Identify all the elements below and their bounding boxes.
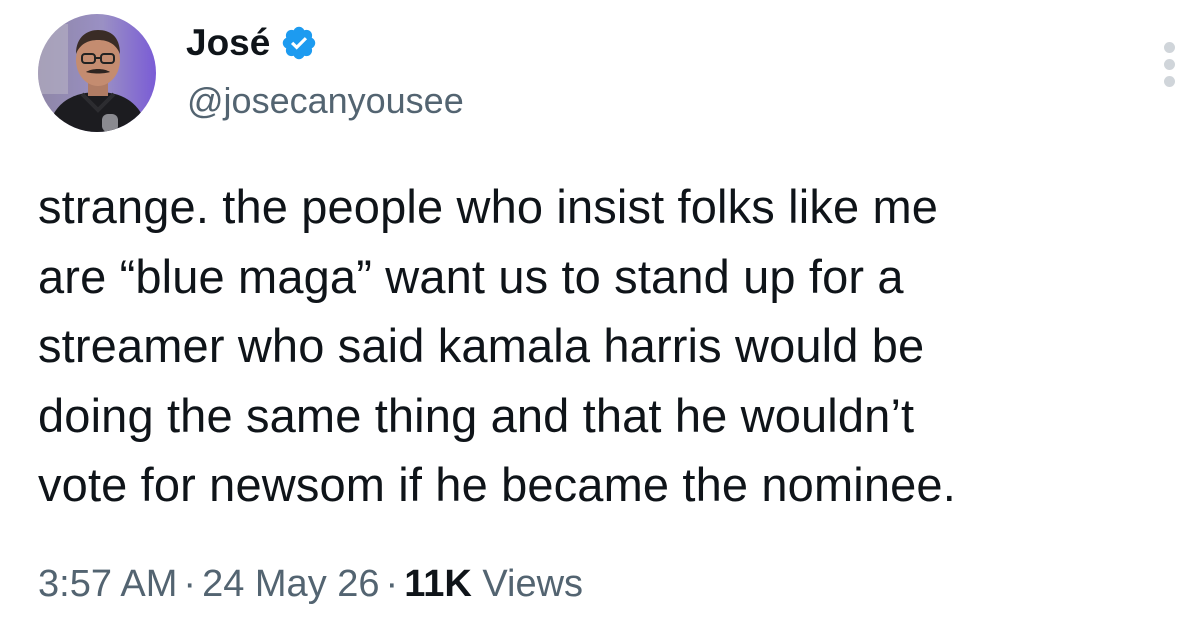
tweet-text-line: vote for newsom if he became the nominee… [38, 458, 956, 511]
tweet-text-line: doing the same thing and that he wouldn’… [38, 388, 915, 442]
views-label: Views [482, 563, 584, 605]
author-name-row: José [186, 20, 318, 66]
avatar[interactable] [38, 14, 156, 132]
avatar-image [38, 14, 156, 132]
more-vertical-icon[interactable] [1152, 38, 1188, 90]
author-display-name[interactable]: José [186, 20, 270, 66]
tweet-card: José @josecanyousee strange. the people … [0, 0, 1200, 640]
tweet-text: strange. the people who insist folks lik… [38, 172, 1188, 520]
meta-separator: · [385, 563, 399, 605]
tweet-text-line: strange. the people who insist folks lik… [38, 180, 939, 233]
tweet-text-line: streamer who said kamala harris would be [38, 319, 925, 372]
verified-badge-icon [280, 24, 318, 62]
tweet-date[interactable]: 24 May 26 [202, 563, 379, 605]
views-count: 11K [404, 563, 472, 605]
tweet-text-line: are “blue maga” want us to stand up for … [38, 249, 904, 303]
tweet-meta: 3:57 AM · 24 May 26 · 11K Views [38, 558, 583, 610]
author-handle[interactable]: @josecanyousee [187, 79, 464, 123]
tweet-timestamp[interactable]: 3:57 AM [38, 563, 177, 605]
meta-separator: · [183, 563, 197, 605]
